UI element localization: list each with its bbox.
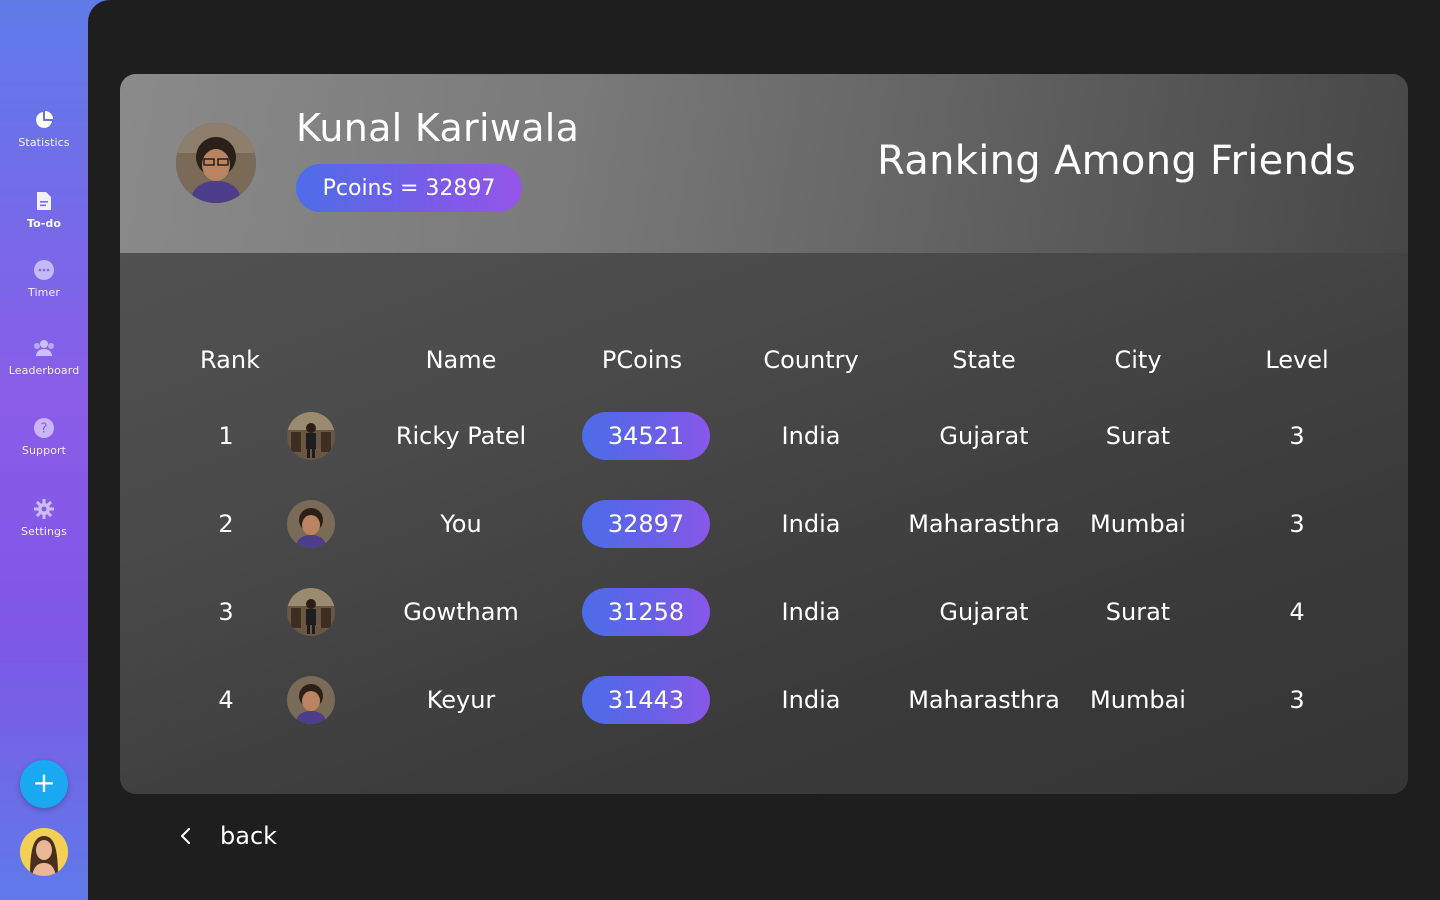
name-cell: Ricky Patel [395, 422, 527, 450]
rank-cell: 1 [218, 422, 234, 450]
pcoins-badge: 32897 [582, 500, 710, 548]
state-cell: Maharasthra [908, 510, 1060, 538]
svg-text:?: ? [41, 422, 48, 437]
column-header-level: Level [1265, 346, 1329, 374]
main-panel: Kunal Kariwala Pcoins = 32897 Ranking Am… [88, 0, 1440, 900]
column-header-rank: Rank [200, 346, 260, 374]
app-root: Statistics To-do Timer Leaderboard ? Sup… [0, 0, 1440, 900]
column-header-city: City [1114, 346, 1162, 374]
pcoins-badge: Pcoins = 32897 [296, 164, 522, 212]
city-cell: Mumbai [1090, 686, 1186, 714]
sidebar-item-label: Settings [21, 525, 67, 538]
leaderboard-card: Kunal Kariwala Pcoins = 32897 Ranking Am… [120, 74, 1408, 794]
level-cell: 3 [1289, 686, 1305, 714]
avatar [287, 500, 335, 548]
state-cell: Gujarat [939, 422, 1029, 450]
profile-header: Kunal Kariwala Pcoins = 32897 Ranking Am… [120, 74, 1408, 253]
name-cell: Gowtham [403, 598, 519, 626]
sidebar-item-label: Leaderboard [8, 364, 80, 377]
country-cell: India [781, 510, 841, 538]
sidebar-item-label: Timer [28, 286, 60, 299]
sidebar-item-timer[interactable]: Timer [0, 258, 88, 299]
pcoins-badge: 31443 [582, 676, 710, 724]
country-cell: India [781, 598, 841, 626]
avatar[interactable] [20, 828, 68, 876]
state-cell: Gujarat [939, 598, 1029, 626]
country-cell: India [781, 422, 841, 450]
chat-bubble-icon [32, 258, 56, 282]
gear-icon [32, 497, 56, 521]
pcoins-badge: 34521 [582, 412, 710, 460]
back-button[interactable]: back [176, 822, 277, 850]
level-cell: 4 [1289, 598, 1305, 626]
avatar [176, 123, 256, 203]
table-row[interactable]: 1 Ricky Patel 34521 India Gujarat Surat … [120, 406, 1408, 466]
sidebar-item-label: Support [21, 444, 67, 457]
add-button[interactable]: + [20, 760, 68, 808]
sidebar-item-leaderboard[interactable]: Leaderboard [0, 336, 88, 377]
sidebar-item-support[interactable]: ? Support [0, 416, 88, 457]
document-icon [32, 189, 56, 213]
level-cell: 3 [1289, 510, 1305, 538]
table-row[interactable]: 4 Keyur 31443 India Maharasthra Mumbai 3 [120, 670, 1408, 730]
level-cell: 3 [1289, 422, 1305, 450]
profile-name: Kunal Kariwala [296, 106, 580, 150]
sidebar-item-settings[interactable]: Settings [0, 497, 88, 538]
pcoins-badge: 31258 [582, 588, 710, 636]
back-label: back [220, 822, 278, 850]
chevron-left-icon [176, 826, 196, 846]
avatar [287, 412, 335, 460]
rank-cell: 3 [218, 598, 234, 626]
rank-cell: 2 [218, 510, 234, 538]
column-header-state: State [952, 346, 1016, 374]
table-row[interactable]: 2 You 32897 India Maharasthra Mumbai 3 [120, 494, 1408, 554]
sidebar-item-todo[interactable]: To-do [0, 189, 88, 230]
pie-chart-icon [32, 108, 56, 132]
help-icon: ? [32, 416, 56, 440]
name-cell: Keyur [426, 686, 496, 714]
sidebar-item-statistics[interactable]: Statistics [0, 108, 88, 149]
group-icon [32, 336, 56, 360]
city-cell: Mumbai [1090, 510, 1186, 538]
state-cell: Maharasthra [908, 686, 1060, 714]
column-header-pcoins: PCoins [601, 346, 683, 374]
avatar [287, 588, 335, 636]
country-cell: India [781, 686, 841, 714]
city-cell: Surat [1105, 422, 1171, 450]
sidebar-item-label: To-do [26, 217, 62, 230]
name-cell: You [440, 510, 482, 538]
city-cell: Surat [1105, 598, 1171, 626]
sidebar-item-label: Statistics [18, 136, 70, 149]
avatar [287, 676, 335, 724]
rank-cell: 4 [218, 686, 234, 714]
table-row[interactable]: 3 Gowtham 31258 India Gujarat Surat 4 [120, 582, 1408, 642]
page-title: Ranking Among Friends [877, 138, 1356, 184]
column-header-country: Country [763, 346, 859, 374]
column-header-name: Name [425, 346, 497, 374]
